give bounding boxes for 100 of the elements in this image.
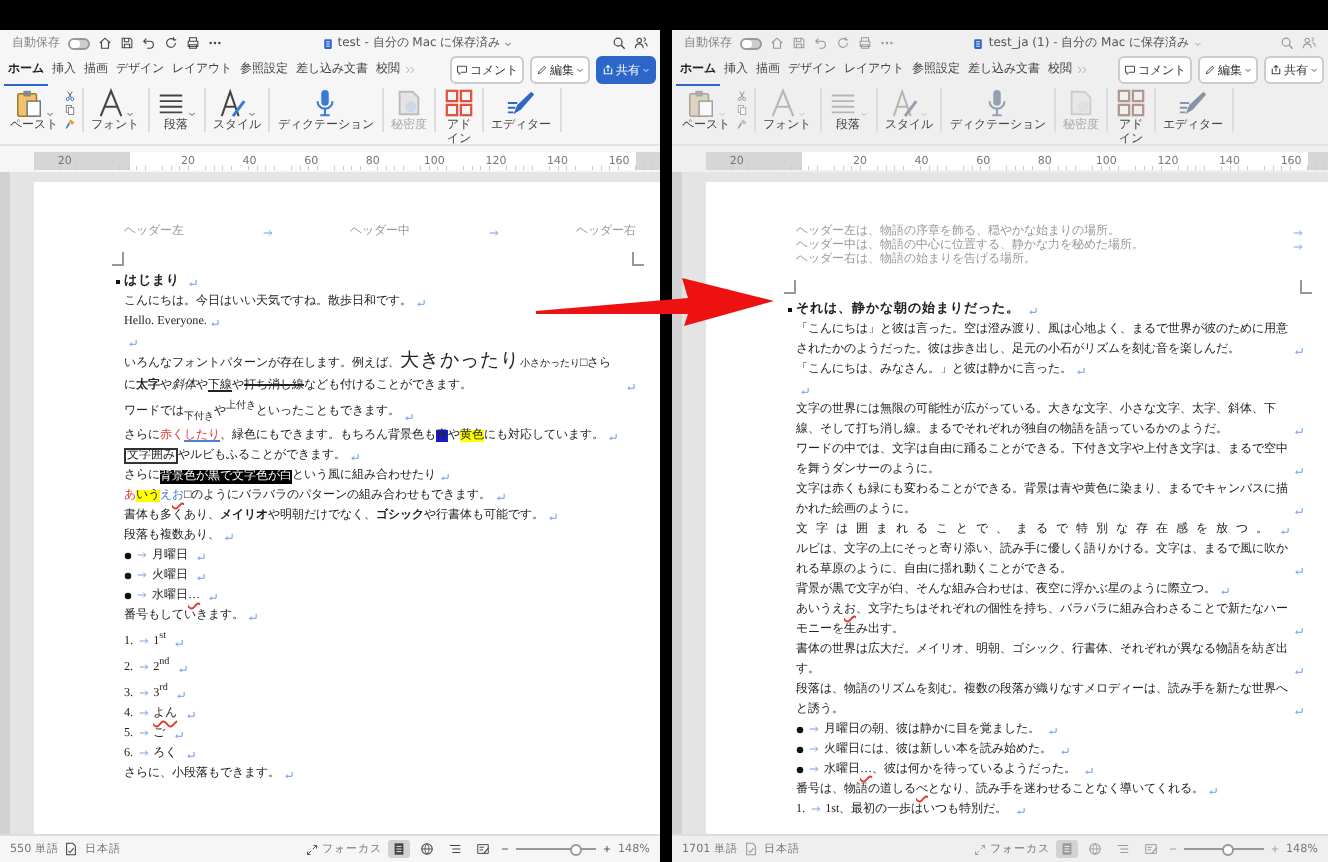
speech-bubble-icon (456, 64, 468, 76)
tab-mark-icon (136, 570, 148, 581)
copy-icon[interactable] (64, 104, 76, 116)
outline-icon (1116, 842, 1130, 856)
tab-mark-icon (1292, 242, 1304, 252)
paragraph-mark-icon (1048, 725, 1058, 735)
tab-mark-icon (136, 550, 148, 561)
paragraph-mark-icon (1294, 345, 1304, 355)
document-icon (393, 88, 424, 118)
outline-icon (448, 842, 462, 856)
undo-icon[interactable] (142, 36, 156, 50)
paragraph-mark-icon (1294, 705, 1304, 715)
view-button[interactable] (388, 840, 410, 858)
view-button[interactable] (416, 840, 438, 858)
proofing-icon[interactable] (64, 842, 79, 856)
caret-icon (642, 66, 650, 74)
slider-thumb[interactable] (570, 843, 582, 855)
people-icon[interactable] (634, 36, 648, 50)
pencil-icon (536, 64, 548, 76)
caret-icon[interactable] (1193, 39, 1202, 47)
paragraph-mark-icon (196, 551, 206, 562)
grid-icon (444, 88, 475, 118)
tab-mark-icon (808, 724, 820, 734)
paragraph-mark-icon (1084, 765, 1095, 775)
pencil-icon (1204, 64, 1216, 76)
scissors-icon[interactable] (736, 90, 748, 102)
tab-mark-icon (137, 728, 150, 739)
view-button[interactable] (472, 840, 494, 858)
more-icon[interactable] (208, 36, 222, 50)
paragraph-mark-icon (1294, 565, 1304, 575)
paragraph-mark-icon (284, 769, 294, 780)
grid-icon (1116, 88, 1147, 118)
paragraph-mark-icon (1294, 625, 1304, 635)
letter-a-icon (767, 88, 798, 118)
caret-icon (45, 110, 54, 118)
tab-mark-icon (137, 636, 150, 647)
paragraph-mark-icon (185, 709, 196, 720)
clipboard-icon (686, 88, 717, 118)
plus-icon[interactable] (602, 844, 612, 854)
minus-icon[interactable] (1168, 844, 1178, 854)
tab-mark-icon (137, 708, 150, 719)
double-chevron-icon[interactable] (1076, 64, 1088, 76)
caret-icon (187, 110, 196, 118)
brush-icon[interactable] (736, 118, 748, 130)
paragraph-mark-icon (1294, 465, 1304, 475)
scissors-icon[interactable] (64, 90, 76, 102)
copy-icon[interactable] (736, 104, 748, 116)
double-chevron-icon[interactable] (404, 64, 416, 76)
bullet-icon (124, 592, 132, 601)
margin-mark (1300, 280, 1312, 294)
autosave-toggle[interactable] (740, 37, 762, 49)
tab-mark-icon (137, 748, 150, 759)
draft-icon (476, 842, 490, 856)
search-icon[interactable] (612, 36, 626, 50)
paragraph-mark-icon (1060, 745, 1070, 755)
slider-thumb[interactable] (1222, 843, 1234, 855)
heading-marker-icon (113, 278, 121, 286)
tab-mark-icon (1292, 228, 1304, 238)
pen-icon (1178, 88, 1209, 118)
paragraph-mark-icon (128, 337, 138, 347)
paragraph-mark-icon (1076, 365, 1086, 375)
heading-marker-icon (785, 306, 793, 314)
brush-icon[interactable] (64, 118, 76, 130)
home-icon[interactable] (98, 36, 112, 50)
paragraph-mark-icon (440, 471, 450, 482)
plus-icon[interactable] (1270, 844, 1280, 854)
globe-icon (420, 842, 434, 856)
tab-mark-icon (487, 228, 499, 238)
caret-icon (1310, 66, 1318, 74)
bullet-icon (124, 572, 132, 581)
paragraph-mark-icon (608, 431, 618, 442)
autosave-toggle[interactable] (68, 37, 90, 49)
paragraph-mark-icon (173, 729, 184, 740)
speech-bubble-icon (1124, 64, 1136, 76)
margin-mark (784, 280, 796, 294)
tab-mark-icon (137, 688, 150, 699)
paragraph-mark-icon (196, 571, 206, 582)
paragraph-mark-icon (800, 385, 810, 395)
margin-mark (632, 252, 644, 266)
caret-icon (248, 110, 257, 118)
paragraph-mark-icon (495, 491, 506, 502)
tab-mark-icon (809, 804, 822, 814)
caret-icon[interactable] (504, 39, 513, 47)
paragraph-mark-icon (1294, 425, 1304, 435)
paragraph-mark-icon (1280, 525, 1290, 535)
bullet-icon (796, 766, 804, 774)
paragraph-mark-icon (187, 277, 197, 287)
letter-a-icon (95, 88, 126, 118)
printer-icon[interactable] (186, 36, 200, 50)
redo-icon[interactable] (164, 36, 178, 50)
draft-icon (1144, 842, 1158, 856)
focus-icon (974, 843, 986, 855)
bullet-icon (796, 726, 804, 734)
paragraph-mark-icon (185, 749, 196, 760)
paragraph-mark-icon (1294, 665, 1304, 675)
caret-icon (1244, 66, 1252, 74)
tab-mark-icon (261, 228, 273, 238)
view-button[interactable] (444, 840, 466, 858)
save-icon[interactable] (120, 36, 134, 50)
minus-icon[interactable] (500, 844, 510, 854)
